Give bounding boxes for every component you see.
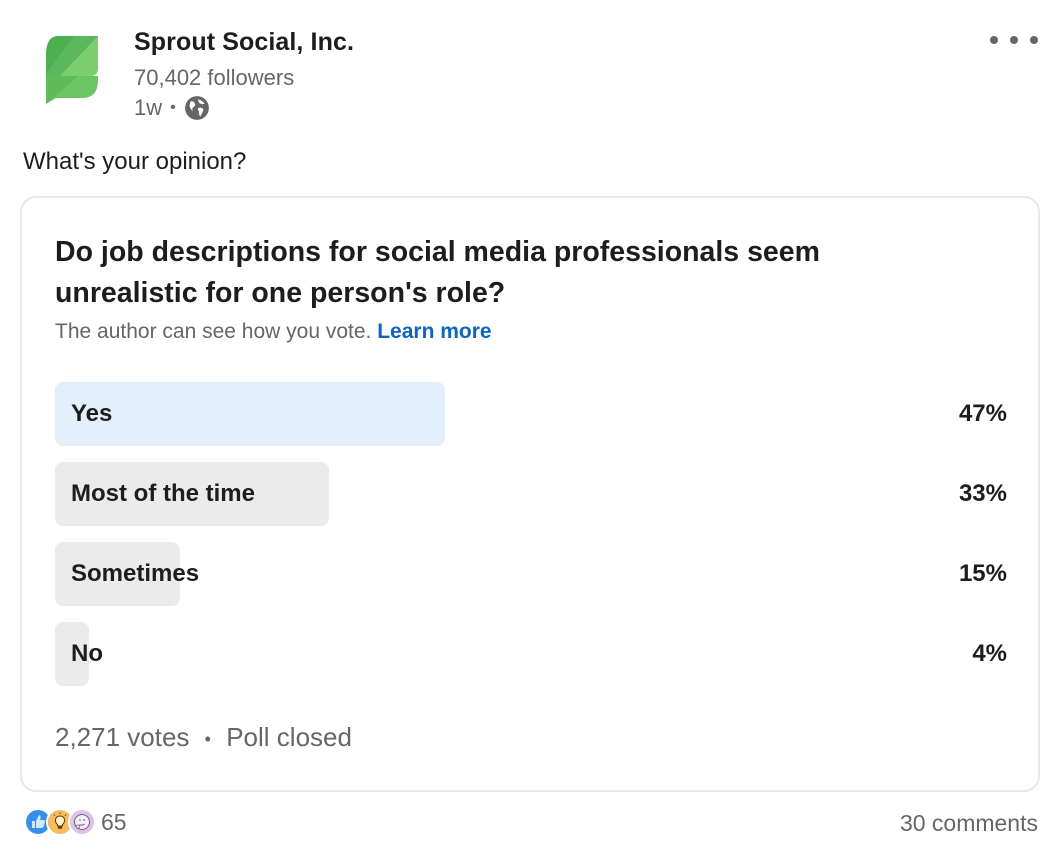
poll-option-sometimes[interactable]: Sometimes 15% (55, 542, 1007, 606)
curious-icon (68, 808, 96, 836)
reaction-count: 65 (101, 808, 127, 835)
footer-separator: • (204, 728, 211, 749)
poll-option-no[interactable]: No 4% (55, 622, 1007, 686)
poll-option-percent: 15% (958, 560, 1007, 587)
reactions-summary[interactable]: 65 (24, 808, 127, 836)
more-horizontal-icon-dot (1030, 36, 1038, 44)
poll-option-most-of-the-time[interactable]: Most of the time 33% (55, 462, 1007, 526)
more-options-button[interactable] (990, 30, 1038, 50)
poll-option-percent: 47% (958, 400, 1007, 427)
follower-count: 70,402 followers (134, 65, 295, 90)
poll-option-percent: 4% (972, 640, 1007, 667)
poll-option-percent: 33% (958, 480, 1007, 507)
globe-icon (184, 95, 210, 121)
sprout-logo-icon (46, 36, 98, 104)
poll-question: Do job descriptions for social media pro… (55, 236, 820, 309)
poll-option-label: Most of the time (71, 480, 255, 507)
poll-footer: 2,271 votes • Poll closed (55, 722, 352, 753)
post-text: What's your opinion? (23, 148, 247, 175)
poll-result-bar (55, 382, 446, 446)
poll-option-label: Sometimes (71, 560, 200, 587)
author-name[interactable]: Sprout Social, Inc. (134, 28, 354, 57)
poll-option-label: No (71, 640, 103, 667)
poll-note-text: The author can see how you vote. (55, 320, 372, 343)
vote-count[interactable]: 2,271 votes (55, 722, 189, 752)
poll-option-yes[interactable]: Yes 47% (55, 382, 1007, 446)
learn-more-link[interactable]: Learn more (377, 320, 491, 343)
company-logo[interactable] (38, 32, 102, 106)
poll-option-label: Yes (71, 400, 113, 427)
meta-separator: • (170, 99, 176, 116)
poll-status: Poll closed (226, 722, 352, 752)
poll-visibility-note: The author can see how you vote. Learn m… (55, 320, 492, 344)
more-horizontal-icon-dot (1010, 36, 1018, 44)
post-meta: 1w • (134, 95, 210, 121)
more-horizontal-icon-dot (990, 36, 998, 44)
post-time: 1w (134, 95, 163, 120)
comments-link[interactable]: 30 comments (900, 810, 1038, 837)
poll-card: Do job descriptions for social media pro… (20, 196, 1040, 792)
